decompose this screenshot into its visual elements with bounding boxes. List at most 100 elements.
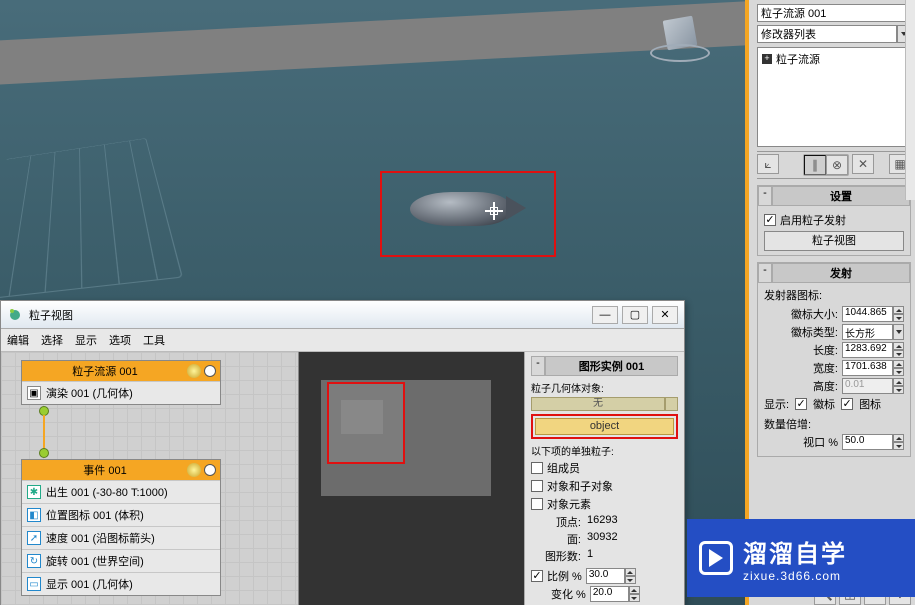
variation-spinner[interactable]: 20.0 [590, 586, 640, 602]
rollout-collapse-button[interactable]: - [531, 356, 545, 376]
arrow-up-icon[interactable] [625, 568, 636, 576]
schematic-canvas[interactable]: 粒子流源 001 ▣ 演染 001 (几何体) 事件 001 [1, 352, 298, 605]
height-label: 高度: [764, 378, 838, 394]
object-children-checkbox[interactable] [531, 480, 543, 492]
ground-geometry [0, 0, 749, 85]
arrow-up-icon[interactable] [629, 586, 640, 594]
view-cube[interactable] [650, 18, 710, 68]
arrow-down-icon[interactable] [893, 350, 904, 358]
stack-toolbar: ⟀ ∥ ⊗ ✕ ▦ [757, 151, 911, 179]
arrow-down-icon[interactable] [893, 368, 904, 376]
width-spinner[interactable]: 1701.638 [842, 360, 904, 376]
rollout-collapse-button[interactable]: - [758, 186, 772, 206]
arrow-up-icon[interactable] [893, 360, 904, 368]
menu-tools[interactable]: 工具 [143, 332, 165, 348]
node-event[interactable]: 事件 001 ✱出生 001 (-30-80 T:1000) ◧位置图标 001… [21, 459, 221, 596]
scale-spinner[interactable]: 30.0 [586, 568, 636, 584]
output-socket-icon[interactable] [204, 464, 216, 476]
window-title: 粒子视图 [29, 307, 592, 323]
rollout-collapse-button[interactable]: - [758, 263, 772, 283]
expand-icon[interactable]: + [762, 54, 772, 64]
arrow-up-icon [893, 378, 904, 386]
stack-item-pfsource[interactable]: + 粒子流源 [760, 50, 908, 68]
length-spinner[interactable]: 1283.692 [842, 342, 904, 358]
bulb-icon[interactable] [187, 364, 201, 378]
bulb-icon[interactable] [187, 463, 201, 477]
connector-in-dot[interactable] [39, 448, 49, 458]
maximize-button[interactable]: ▢ [622, 306, 648, 324]
none-pick-button[interactable]: 无 [531, 397, 678, 411]
menu-select[interactable]: 选择 [41, 332, 63, 348]
close-button[interactable]: ✕ [652, 306, 678, 324]
geom-object-label: 粒子几何体对象: [531, 380, 678, 395]
width-label: 宽度: [764, 360, 838, 376]
object-elements-checkbox[interactable] [531, 498, 543, 510]
pview-app-icon [7, 307, 23, 323]
viewport-pct-spinner[interactable]: 50.0 [842, 434, 904, 450]
arrow-up-icon[interactable] [893, 342, 904, 350]
arrow-down-icon[interactable] [629, 594, 640, 602]
op-birth[interactable]: 出生 001 (-30-80 T:1000) [46, 484, 168, 500]
arrow-down-icon[interactable] [625, 576, 636, 584]
birth-op-icon: ✱ [27, 485, 41, 499]
menu-options[interactable]: 选项 [109, 332, 131, 348]
shape-instance-title: 图形实例 001 [545, 356, 678, 376]
rollout-title: 发射 [772, 263, 910, 283]
object-pick-button[interactable]: object [535, 418, 674, 435]
particle-view-button[interactable]: 粒子视图 [764, 231, 904, 251]
emitter-icon-label: 发射器图标: [764, 287, 904, 303]
arrow-down-icon[interactable] [893, 314, 904, 322]
scale-checkbox[interactable] [531, 570, 543, 582]
orbit-ring-icon [650, 44, 710, 62]
fish-mesh[interactable] [410, 188, 540, 232]
show-label: 显示: [764, 396, 789, 412]
make-unique-button[interactable]: ⊗ [826, 155, 848, 175]
op-rotation[interactable]: 旋转 001 (世界空间) [46, 553, 144, 569]
faces-value: 30932 [587, 531, 618, 547]
show-icon-label: 图标 [859, 396, 881, 412]
pview-menubar: 编辑 选择 显示 选项 工具 [1, 329, 684, 352]
display-op-icon: ▭ [27, 577, 41, 591]
op-speed[interactable]: 速度 001 (沿图标箭头) [46, 530, 155, 546]
show-end-result-button[interactable]: ∥ [804, 155, 826, 175]
modifier-list-dropdown[interactable] [757, 25, 911, 43]
icon-size-spinner[interactable]: 1044.865 [842, 306, 904, 322]
op-display[interactable]: 显示 001 (几何体) [46, 576, 133, 592]
pin-stack-button[interactable]: ⟀ [757, 154, 779, 174]
panel-scrollbar[interactable] [905, 0, 915, 200]
enable-emission-checkbox[interactable] [764, 214, 776, 226]
show-logo-checkbox[interactable] [795, 398, 807, 410]
arrow-down-icon [893, 386, 904, 394]
icon-type-dropdown[interactable]: 长方形 [842, 324, 904, 340]
node-pf-source[interactable]: 粒子流源 001 ▣ 演染 001 (几何体) [21, 360, 221, 405]
stack-item-label: 粒子流源 [776, 51, 820, 67]
watermark-title: 溜溜自学 [743, 534, 847, 569]
menu-edit[interactable]: 编辑 [7, 332, 29, 348]
op-position[interactable]: 位置图标 001 (体积) [46, 507, 144, 523]
arrow-up-icon[interactable] [893, 306, 904, 314]
arrow-down-icon[interactable] [893, 442, 904, 450]
verts-value: 16293 [587, 514, 618, 530]
rollout-emission: - 发射 发射器图标: 徽标大小: 1044.865 徽标类型: 长方形 长度: [757, 262, 911, 457]
group-members-checkbox[interactable] [531, 462, 543, 474]
show-icon-checkbox[interactable] [841, 398, 853, 410]
scale-label: 比例 % [547, 568, 582, 584]
minimize-button[interactable]: — [592, 306, 618, 324]
window-titlebar[interactable]: 粒子视图 — ▢ ✕ [1, 301, 684, 329]
menu-display[interactable]: 显示 [75, 332, 97, 348]
modifier-stack[interactable]: + 粒子流源 [757, 47, 911, 147]
rollout-settings: - 设置 启用粒子发射 粒子视图 [757, 185, 911, 256]
preview-object-rect [341, 400, 383, 434]
render-op-label[interactable]: 演染 001 (几何体) [46, 385, 133, 401]
object-name-field[interactable] [757, 4, 911, 22]
multiplier-label: 数量倍增: [764, 416, 904, 432]
arrow-up-icon[interactable] [893, 434, 904, 442]
shapes-value: 1 [587, 548, 593, 564]
play-icon [699, 541, 733, 575]
output-socket-icon[interactable] [204, 365, 216, 377]
variation-label: 变化 % [551, 586, 586, 602]
remove-modifier-button[interactable]: ✕ [852, 154, 874, 174]
node-title: 事件 001 [26, 462, 184, 478]
icon-type-label: 徽标类型: [764, 324, 838, 340]
chevron-down-icon[interactable] [893, 324, 904, 340]
